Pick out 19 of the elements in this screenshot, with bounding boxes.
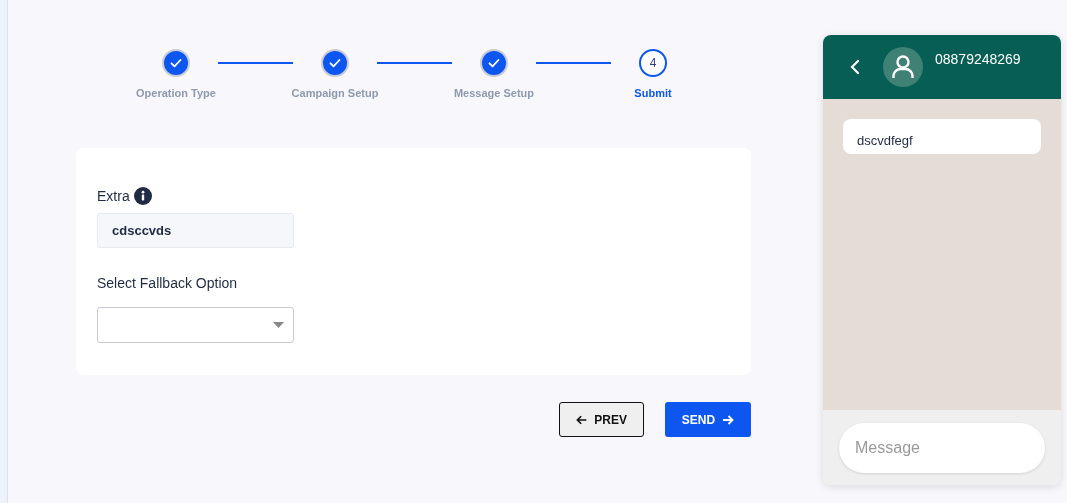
step-label: Message Setup [453, 87, 535, 99]
prev-button[interactable]: PREV [559, 402, 644, 437]
step-label: Operation Type [136, 87, 216, 99]
message-input[interactable]: Message [839, 422, 1045, 473]
info-icon [133, 187, 152, 205]
avatar-icon [883, 47, 923, 87]
arrow-left-icon [576, 413, 588, 426]
extra-field[interactable]: cdsccvds [97, 213, 294, 248]
field-label: Extra [97, 188, 130, 204]
field-label: Select Fallback Option [97, 275, 238, 291]
contact-number: 08879248269 [935, 51, 1021, 67]
step-label: Campaign Setup [291, 87, 379, 99]
arrow-right-icon [722, 413, 735, 426]
step-number: 4 [639, 49, 667, 77]
step-label: Submit [634, 87, 672, 99]
back-icon[interactable] [850, 59, 860, 75]
dropdown-caret-icon [273, 322, 284, 328]
message-bubble: dscvdfegf [843, 119, 1041, 154]
send-button[interactable]: SEND [665, 402, 751, 437]
